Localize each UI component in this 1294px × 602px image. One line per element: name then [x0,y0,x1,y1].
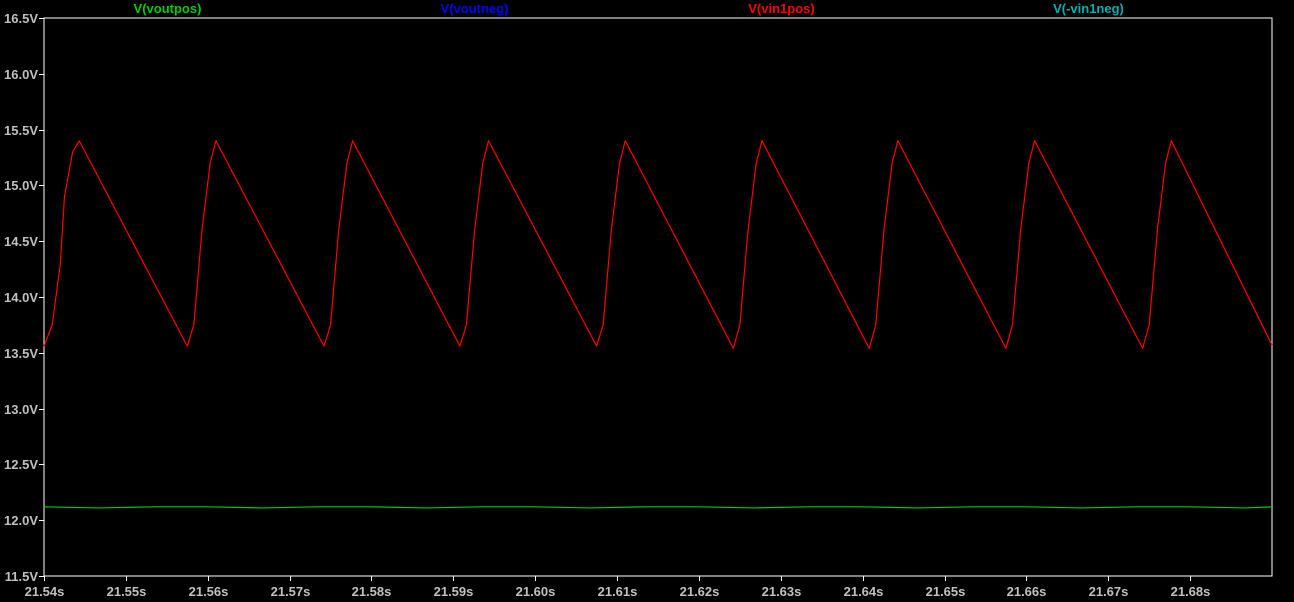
x-tick-label: 21.57s [271,584,311,599]
legend-entry[interactable]: V(voutneg) [441,1,509,16]
x-tick-label: 21.64s [844,584,884,599]
waveform-plot[interactable]: V(voutpos) V(voutneg) V(vin1pos) V(-vin1neg… [0,0,1294,602]
legend-entry[interactable]: V(voutpos) [134,1,202,16]
x-tick-label: 21.65s [926,584,966,599]
y-tick-label: 16.5V [4,11,38,26]
y-tick-label: 13.5V [4,346,38,361]
x-tick-label: 21.63s [762,584,802,599]
x-tick-label: 21.61s [598,584,638,599]
y-tick-label: 16.0V [4,67,38,82]
x-tick-label: 21.59s [434,584,474,599]
y-tick-label: 15.0V [4,178,38,193]
x-tick-label: 21.68s [1171,584,1211,599]
x-tick-label: 21.54s [25,584,65,599]
y-tick-label: 15.5V [4,123,38,138]
y-tick-label: 12.5V [4,457,38,472]
y-tick-label: 14.0V [4,290,38,305]
x-tick-label: 21.62s [680,584,720,599]
x-tick-label: 21.55s [107,584,147,599]
plot-frame [43,17,1273,577]
y-tick-label: 12.0V [4,513,38,528]
y-tick-label: 11.5V [5,569,39,584]
series-line-v-vin1pos-[interactable] [43,140,1273,349]
x-tick-label: 21.58s [352,584,392,599]
x-tick-label: 21.66s [1007,584,1047,599]
y-tick-label: 13.0V [4,402,38,417]
y-tick-label: 14.5V [4,234,38,249]
legend-entry[interactable]: V(vin1pos) [748,1,814,16]
x-tick-label: 21.67s [1089,584,1129,599]
x-tick-label: 21.60s [516,584,556,599]
series-line-v-voutpos-[interactable] [43,506,1273,509]
legend-entry[interactable]: V(-vin1neg) [1053,1,1124,16]
x-tick-label: 21.56s [189,584,229,599]
